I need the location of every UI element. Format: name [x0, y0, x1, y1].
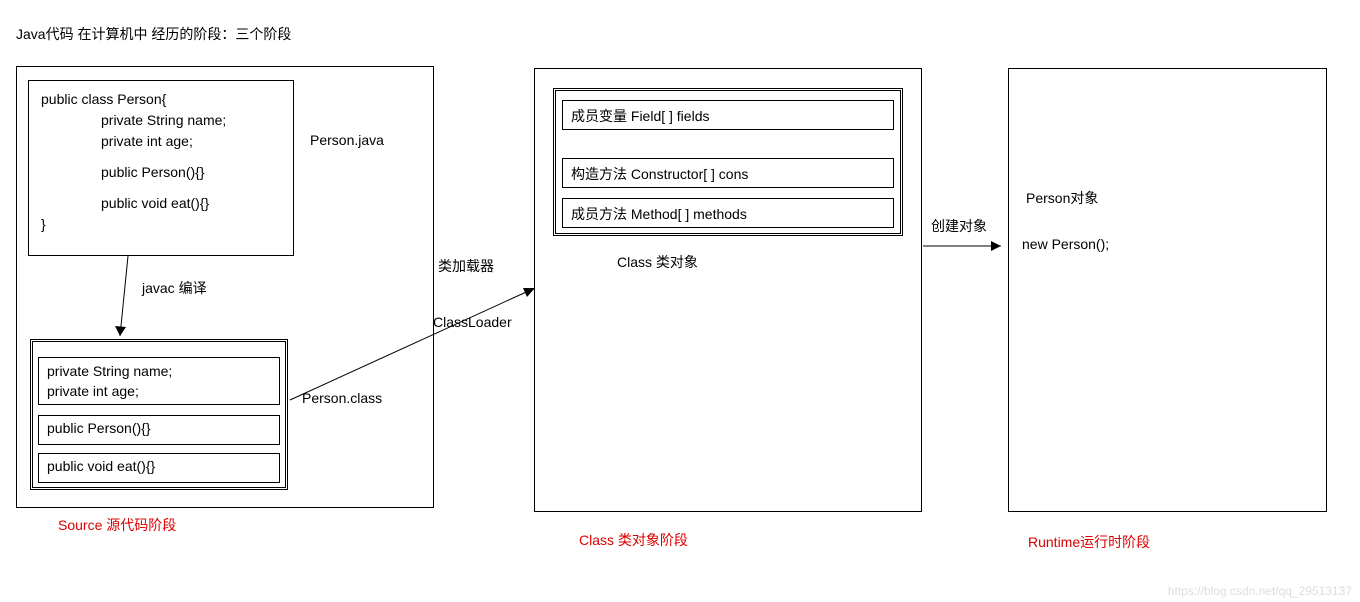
watermark: https://blog.csdn.net/qq_29513137 [1168, 584, 1352, 598]
create-object-label: 创建对象 [931, 216, 987, 236]
methods-text: 成员方法 Method[ ] methods [571, 206, 747, 222]
src-line: public void eat(){} [41, 193, 281, 214]
classloader-arrow [290, 280, 545, 410]
cons-text: 构造方法 Constructor[ ] cons [571, 166, 748, 182]
src-line: } [41, 214, 281, 235]
classloader-label-cn: 类加载器 [438, 256, 494, 276]
stage1-label: Source 源代码阶段 [58, 515, 176, 535]
class-object-label: Class 类对象 [617, 252, 698, 272]
create-object-arrow [923, 240, 1009, 252]
class-field: private int age; [47, 382, 271, 402]
src-line: private int age; [41, 131, 281, 152]
compile-arrow [98, 256, 148, 346]
stage2-label: Class 类对象阶段 [579, 530, 688, 550]
stage3-label: Runtime运行时阶段 [1028, 532, 1150, 552]
compile-label: javac 编译 [142, 278, 207, 298]
class-methods-item: 成员方法 Method[ ] methods [562, 198, 894, 228]
src-line: public class Person{ [41, 89, 281, 110]
fields-text: 成员变量 Field[ ] fields [571, 108, 709, 124]
page-title: Java代码 在计算机中 经历的阶段：三个阶段 [16, 24, 291, 44]
stage3-container [1008, 68, 1327, 512]
java-source-box: public class Person{ private String name… [28, 80, 294, 256]
class-ctor-box: public Person(){} [38, 415, 280, 445]
src-line: public Person(){} [41, 162, 281, 183]
instantiation-text: new Person(); [1022, 236, 1109, 252]
java-file-label: Person.java [310, 132, 384, 148]
class-fields-item: 成员变量 Field[ ] fields [562, 100, 894, 130]
src-line: private String name; [41, 110, 281, 131]
class-fields-box: private String name; private int age; [38, 357, 280, 405]
class-method-box: public void eat(){} [38, 453, 280, 483]
classloader-label-en: ClassLoader [433, 314, 512, 330]
class-cons-item: 构造方法 Constructor[ ] cons [562, 158, 894, 188]
person-object-label: Person对象 [1026, 188, 1098, 208]
class-field: private String name; [47, 362, 271, 382]
class-method: public void eat(){} [47, 458, 271, 474]
class-ctor: public Person(){} [47, 420, 271, 436]
